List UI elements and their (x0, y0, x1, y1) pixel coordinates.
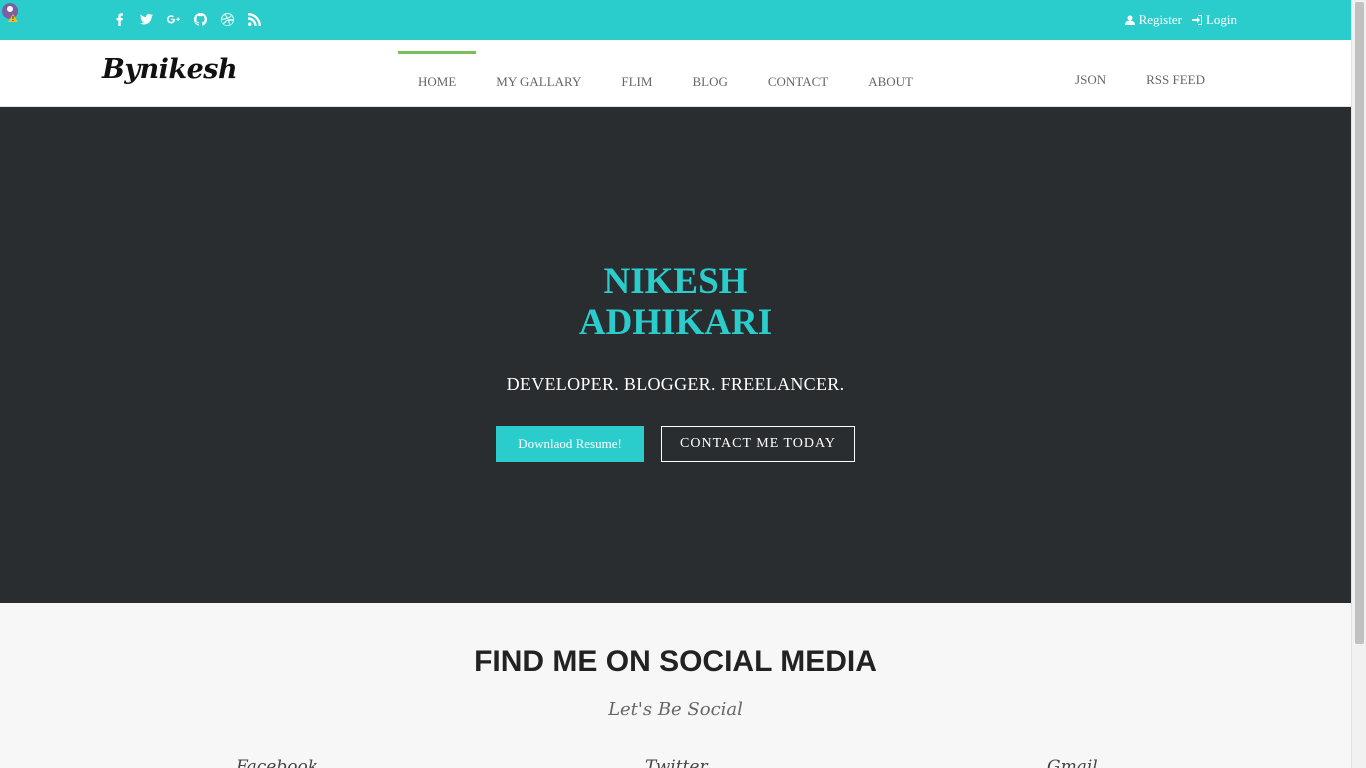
nav-item-blog[interactable]: BLOG (672, 51, 747, 106)
social-icons (110, 10, 264, 28)
top-bar: Register Login (0, 0, 1351, 40)
hero-name: NIKESH ADHIKARI (0, 261, 1351, 343)
dribbble-icon[interactable] (218, 10, 237, 28)
social-column-gmail[interactable]: Gmail (1047, 757, 1098, 768)
nav-item-about[interactable]: ABOUT (848, 51, 933, 106)
hero-tagline: DEVELOPER. BLOGGER. FREELANCER. (506, 374, 845, 394)
nav-item-rss-feed[interactable]: RSS FEED (1126, 51, 1225, 106)
main-navbar: Bynikesh HOME MY GALLARY FLIM BLOG CONTA… (0, 40, 1351, 107)
nav-item-film[interactable]: FLIM (601, 51, 672, 106)
scrollbar-thumb[interactable] (1355, 2, 1364, 644)
social-section-title: FIND ME ON SOCIAL MEDIA (474, 645, 877, 678)
github-icon[interactable] (191, 10, 210, 28)
login-label: Login (1205, 12, 1237, 27)
login-link[interactable]: Login (1191, 12, 1237, 28)
nav-menu-right: JSON RSS FEED (1055, 40, 1225, 106)
nav-menu: HOME MY GALLARY FLIM BLOG CONTACT ABOUT (398, 40, 933, 106)
nav-item-contact[interactable]: CONTACT (748, 51, 848, 106)
rss-icon[interactable] (245, 10, 264, 28)
social-column-facebook[interactable]: Facebook (236, 757, 318, 768)
extension-badge-icon[interactable] (1, 1, 21, 23)
google-plus-icon[interactable] (164, 10, 183, 28)
site-logo[interactable]: Bynikesh (102, 54, 238, 85)
nav-item-json[interactable]: JSON (1055, 51, 1126, 106)
download-resume-button[interactable]: Downlaod Resume! (496, 426, 644, 462)
facebook-icon[interactable] (110, 10, 129, 28)
register-link[interactable]: Register (1124, 12, 1182, 28)
register-label: Register (1138, 12, 1182, 27)
social-column-twitter[interactable]: Twitter (645, 757, 708, 768)
nav-item-home[interactable]: HOME (398, 51, 477, 106)
nav-item-gallery[interactable]: MY GALLARY (476, 51, 601, 106)
hero-name-last: ADHIKARI (578, 302, 773, 343)
sign-in-icon (1191, 15, 1202, 25)
user-links: Register Login (1124, 12, 1237, 28)
twitter-icon[interactable] (137, 10, 156, 28)
page-scrollbar[interactable] (1351, 0, 1366, 768)
social-media-section: FIND ME ON SOCIAL MEDIA Let's Be Social … (0, 603, 1351, 768)
social-section-subtitle: Let's Be Social (608, 699, 743, 720)
hero-section: NIKESH ADHIKARI DEVELOPER. BLOGGER. FREE… (0, 107, 1351, 603)
contact-me-button[interactable]: CONTACT ME TODAY (661, 426, 855, 462)
hero-name-first: NIKESH (603, 261, 748, 302)
user-icon (1124, 15, 1135, 25)
